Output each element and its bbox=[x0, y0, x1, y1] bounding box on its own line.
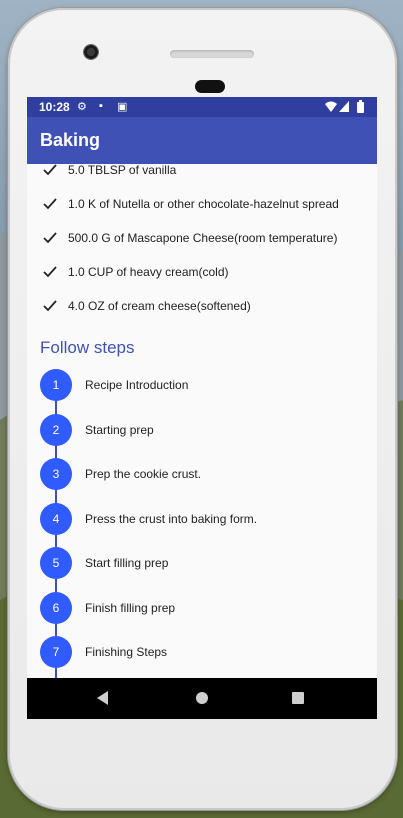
ingredient-text: 5.0 TBLSP of vanilla bbox=[68, 164, 177, 177]
page-title: Baking bbox=[40, 130, 101, 150]
app-bar: Baking bbox=[27, 117, 377, 164]
ingredient-text: 4.0 OZ of cream cheese(softened) bbox=[68, 299, 251, 313]
step-number-badge: 6 bbox=[40, 592, 72, 624]
home-icon[interactable] bbox=[196, 692, 208, 704]
ingredient-text: 1.0 K of Nutella or other chocolate-haze… bbox=[68, 197, 339, 211]
step-number-badge: 4 bbox=[40, 503, 72, 535]
phone-screen: 10:28 ⚙ ▪ ▣ Baking 5.0 TBLSP of vanilla … bbox=[27, 97, 377, 719]
front-camera bbox=[83, 44, 99, 60]
step-item[interactable]: 3 Prep the cookie crust. bbox=[27, 458, 377, 492]
ingredient-item: 5.0 TBLSP of vanilla bbox=[27, 164, 377, 182]
step-item[interactable]: 5 Start filling prep bbox=[27, 547, 377, 581]
step-label: Start filling prep bbox=[85, 556, 169, 570]
status-bar: 10:28 ⚙ ▪ ▣ bbox=[27, 97, 377, 117]
step-label: Finish filling prep bbox=[85, 601, 176, 615]
step-item[interactable]: 6 Finish filling prep bbox=[27, 592, 377, 626]
step-item[interactable]: 2 Starting prep bbox=[27, 414, 377, 448]
step-label: Recipe Introduction bbox=[85, 378, 189, 392]
ingredient-text: 1.0 CUP of heavy cream(cold) bbox=[68, 265, 229, 279]
step-item[interactable]: 1 Recipe Introduction bbox=[27, 369, 377, 403]
step-label: Finishing Steps bbox=[85, 645, 168, 659]
ingredient-item: 500.0 G of Mascapone Cheese(room tempera… bbox=[27, 230, 377, 250]
a-icon: ▣ bbox=[117, 101, 128, 113]
step-number-badge: 2 bbox=[40, 414, 72, 446]
step-label: Press the crust into baking form. bbox=[85, 512, 258, 526]
steps-section-title: Follow steps bbox=[40, 338, 135, 357]
check-icon bbox=[43, 198, 57, 210]
recent-apps-icon[interactable] bbox=[292, 692, 304, 704]
step-number-badge: 5 bbox=[40, 547, 72, 579]
recipe-detail-scroll[interactable]: 5.0 TBLSP of vanilla 1.0 K of Nutella or… bbox=[27, 164, 377, 678]
status-time: 10:28 bbox=[39, 100, 70, 114]
ingredient-item: 4.0 OZ of cream cheese(softened) bbox=[27, 298, 377, 318]
step-number-badge: 1 bbox=[40, 369, 72, 401]
wifi-icon bbox=[325, 101, 337, 112]
step-item[interactable]: 4 Press the crust into baking form. bbox=[27, 503, 377, 537]
step-label: Prep the cookie crust. bbox=[85, 467, 202, 481]
ingredient-item: 1.0 CUP of heavy cream(cold) bbox=[27, 264, 377, 284]
check-icon bbox=[43, 232, 57, 244]
system-navigation-bar bbox=[27, 678, 377, 719]
gear-icon: ⚙ bbox=[77, 101, 87, 113]
check-icon bbox=[43, 164, 57, 176]
ingredient-item: 1.0 K of Nutella or other chocolate-haze… bbox=[27, 196, 377, 216]
earpiece-speaker bbox=[170, 50, 254, 58]
back-icon[interactable] bbox=[97, 691, 108, 705]
battery-icon bbox=[357, 100, 364, 113]
check-icon bbox=[43, 266, 57, 278]
proximity-sensor bbox=[195, 80, 225, 93]
step-item[interactable]: 7 Finishing Steps bbox=[27, 636, 377, 670]
sim-icon: ▪ bbox=[99, 100, 103, 112]
ingredient-text: 500.0 G of Mascapone Cheese(room tempera… bbox=[68, 231, 338, 245]
step-number-badge: 3 bbox=[40, 458, 72, 490]
step-label: Starting prep bbox=[85, 423, 154, 437]
step-number-badge: 7 bbox=[40, 636, 72, 668]
signal-icon bbox=[339, 101, 349, 112]
check-icon bbox=[43, 300, 57, 312]
